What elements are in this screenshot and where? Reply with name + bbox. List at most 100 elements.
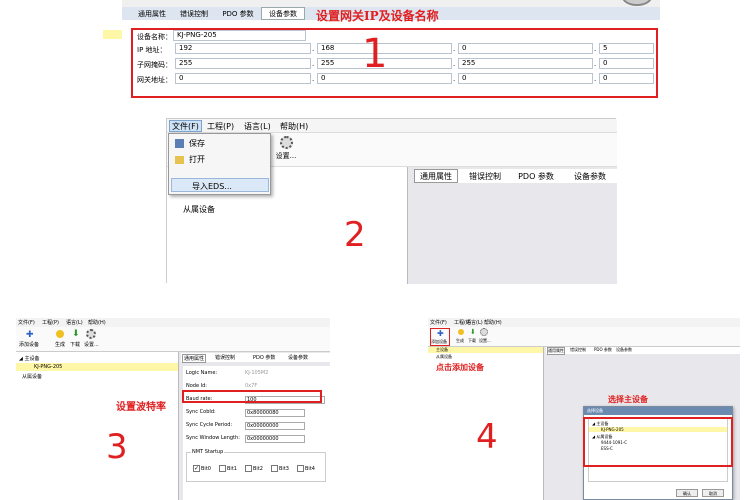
settings-button[interactable]: 设置... bbox=[479, 328, 493, 346]
checkmark-icon: ✓ bbox=[193, 465, 200, 472]
tree-master[interactable]: ◢ 主设备 bbox=[19, 355, 39, 362]
ip-octet-1[interactable]: 192 bbox=[175, 43, 311, 54]
subnet-octet-3[interactable]: 255 bbox=[458, 58, 593, 69]
props-pane: 通用属性 错误控制 PDO 参数 设备参数 Logic Name: KJ-105… bbox=[178, 352, 331, 500]
menu-help[interactable]: 帮助(H) bbox=[88, 319, 106, 326]
gateway-octet-4[interactable]: 0 bbox=[599, 73, 654, 84]
ip-octet-3[interactable]: 0 bbox=[458, 43, 593, 54]
bit1-checkbox[interactable]: Bit1 bbox=[219, 465, 237, 472]
tab-error-control[interactable]: 错误控制 bbox=[174, 7, 214, 20]
ip-octet-4[interactable]: 5 bbox=[599, 43, 654, 54]
menubar: 文件(F) 工程(P) 语言(L) 帮助(H) bbox=[16, 318, 330, 327]
tab-pdo[interactable]: PDO 参数 bbox=[217, 7, 259, 20]
menubar: 文件(F) 工程(P) 语言(L) 帮助(H) bbox=[428, 318, 740, 327]
subnet-octet-1[interactable]: 255 bbox=[175, 58, 311, 69]
dot: . bbox=[453, 45, 456, 53]
menu-open[interactable]: 打开 bbox=[175, 154, 205, 165]
gateway-octet-3[interactable]: 0 bbox=[458, 73, 593, 84]
file-dropdown: 保存 打开 导入EDS... bbox=[168, 133, 271, 195]
logic-name-value[interactable]: KJ-105M2 bbox=[245, 370, 268, 376]
settings-label: 设置... bbox=[479, 338, 491, 343]
gateway-octet-1[interactable]: 0 bbox=[175, 73, 311, 84]
tree-item-selected[interactable]: KJ-PNG-205 bbox=[16, 363, 178, 371]
menu-help[interactable]: 帮助(H) bbox=[484, 319, 502, 326]
menu-language[interactable]: 语言(L) bbox=[66, 319, 83, 326]
menu-file[interactable]: 文件(F) bbox=[169, 120, 202, 132]
device-name-field[interactable]: KJ-PNG-205 bbox=[173, 30, 306, 41]
tab-error-control[interactable]: 错误控制 bbox=[462, 169, 508, 183]
dot: . bbox=[453, 75, 456, 83]
tab-device-params[interactable]: 设备参数 bbox=[261, 7, 305, 20]
generate-button[interactable]: 生成 bbox=[54, 329, 68, 349]
menu-open-label: 打开 bbox=[189, 155, 205, 164]
tab-bar: 通用属性 错误控制 PDO 参数 设备参数 bbox=[181, 353, 331, 363]
panel-3: 文件(F) 工程(P) 语言(L) 帮助(H) ✚ 添加设备 生成 ⬇ 下载 设… bbox=[16, 318, 331, 500]
menu-project[interactable]: 工程(P) bbox=[207, 121, 234, 132]
annotation-click-add: 点击添加设备 bbox=[436, 362, 484, 372]
tree-pane: ◢ 主设备 KJ-PNG-205 从属设备 bbox=[16, 352, 178, 500]
generate-button[interactable]: 生成 bbox=[456, 328, 468, 346]
tab-general[interactable]: 通用属性 bbox=[132, 7, 172, 20]
download-label: 下载 bbox=[468, 338, 476, 343]
tab-device-params[interactable]: 设备参数 bbox=[564, 169, 616, 183]
dot: . bbox=[453, 60, 456, 68]
bit3-checkbox[interactable]: Bit3 bbox=[271, 465, 289, 472]
download-label: 下载 bbox=[70, 342, 81, 348]
tab-error-control[interactable]: 错误控制 bbox=[215, 354, 235, 361]
generate-label: 生成 bbox=[456, 338, 464, 343]
left-strip bbox=[103, 0, 122, 103]
add-device-button[interactable]: ✚ 添加设备 bbox=[18, 329, 42, 349]
menu-file[interactable]: 文件(F) bbox=[430, 319, 447, 326]
tree-item-slaves[interactable]: 从属设备 bbox=[183, 204, 215, 215]
tree-device-label: KJ-PNG-205 bbox=[34, 364, 63, 370]
menu-language[interactable]: 语言(L) bbox=[466, 319, 483, 326]
dot: . bbox=[312, 75, 315, 83]
settings-button[interactable]: 设置... bbox=[271, 136, 301, 164]
tab-general[interactable]: 通用属性 bbox=[414, 169, 458, 183]
node-id-value[interactable]: 0x7F bbox=[245, 383, 257, 389]
tab-general[interactable]: 通用属性 bbox=[182, 354, 207, 363]
tree-slaves[interactable]: 从属设备 bbox=[22, 373, 42, 380]
dialog-title: 选择设备 bbox=[587, 408, 603, 413]
generate-icon bbox=[458, 329, 464, 335]
add-device-button[interactable]: ✚ 添加设备 bbox=[430, 328, 450, 346]
tree-slaves[interactable]: 从属设备 bbox=[436, 354, 452, 360]
menu-save[interactable]: 保存 bbox=[175, 138, 205, 149]
tab-general[interactable]: 通用属性 bbox=[547, 347, 565, 355]
dot: . bbox=[312, 60, 315, 68]
ok-button[interactable]: 确认 bbox=[676, 489, 698, 497]
annotation-set-gateway: 设置网关IP及设备名称 bbox=[316, 9, 439, 23]
tab-pdo[interactable]: PDO 参数 bbox=[253, 354, 275, 361]
bit2-checkbox[interactable]: Bit2 bbox=[245, 465, 263, 472]
subnet-octet-4[interactable]: 0 bbox=[599, 58, 654, 69]
tree-item-selected[interactable]: 主设备 bbox=[428, 347, 543, 353]
menu-help[interactable]: 帮助(H) bbox=[280, 121, 308, 132]
settings-button[interactable]: 设置... bbox=[84, 329, 102, 349]
sync-cobid-value[interactable]: 0x80000080 bbox=[245, 409, 305, 417]
dot: . bbox=[312, 45, 315, 53]
menu-file[interactable]: 文件(F) bbox=[18, 319, 35, 326]
dialog-title-bar: 选择设备 bbox=[584, 407, 732, 415]
red-box-dialog-tree bbox=[583, 417, 733, 467]
tab-device-params[interactable]: 设备参数 bbox=[616, 347, 632, 353]
subnet-label: 子网掩码： bbox=[137, 61, 172, 69]
sync-window-value[interactable]: 0x00000000 bbox=[245, 435, 305, 443]
dot: . bbox=[594, 60, 597, 68]
bit4-checkbox[interactable]: Bit4 bbox=[297, 465, 315, 472]
download-button[interactable]: ⬇ 下载 bbox=[69, 329, 83, 349]
nmt-startup-label: NMT Startup bbox=[191, 449, 225, 455]
menu-import-eds[interactable]: 导入EDS... bbox=[171, 178, 269, 192]
panel-2: 文件(F) 工程(P) 语言(L) 帮助(H) 设置... 从属设备 通用属性 … bbox=[166, 118, 618, 284]
tab-error-control[interactable]: 错误控制 bbox=[570, 347, 586, 353]
tab-device-params[interactable]: 设备参数 bbox=[288, 354, 308, 361]
add-device-label: 添加设备 bbox=[19, 342, 40, 348]
tab-pdo[interactable]: PDO 参数 bbox=[512, 169, 560, 183]
sync-cycle-value[interactable]: 0x00000000 bbox=[245, 422, 305, 430]
tab-pdo[interactable]: PDO 参数 bbox=[594, 347, 612, 353]
menu-project[interactable]: 工程(P) bbox=[42, 319, 59, 326]
node-id-label: Node Id: bbox=[186, 383, 207, 389]
bit0-checkbox[interactable]: ✓ Bit0 bbox=[193, 465, 211, 472]
menu-language[interactable]: 语言(L) bbox=[244, 121, 271, 132]
cancel-button[interactable]: 取消 bbox=[702, 489, 724, 497]
tab-bar: 通用属性 错误控制 PDO 参数 设备参数 bbox=[546, 347, 741, 355]
